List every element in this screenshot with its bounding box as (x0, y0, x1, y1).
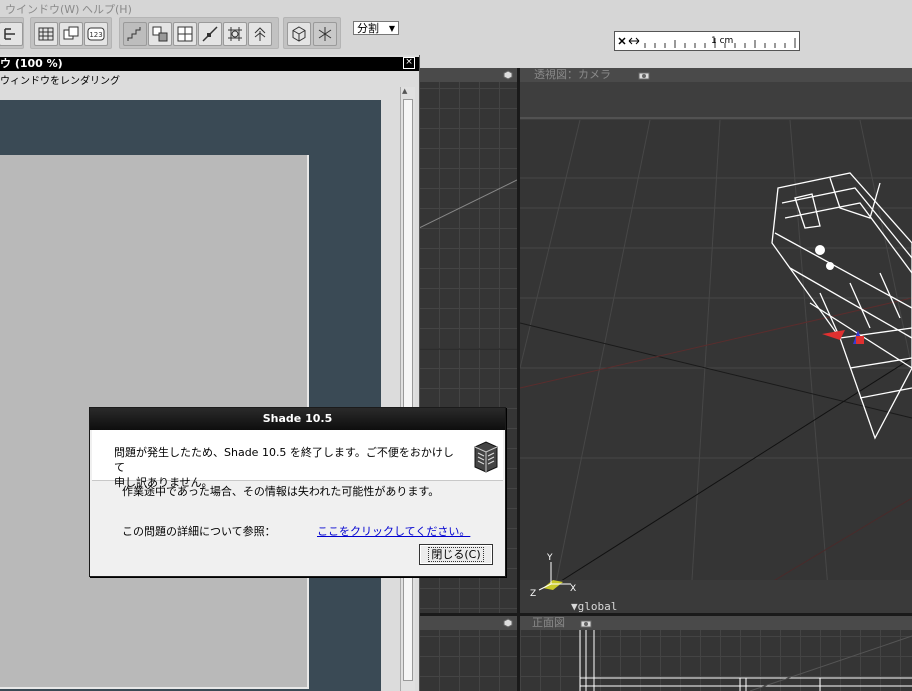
split-select[interactable]: 分割 ▼ (353, 21, 399, 35)
svg-text:123: 123 (89, 31, 102, 39)
shape-tool-button[interactable] (223, 22, 247, 46)
dialog-detail-label: この問題の詳細について参照： (122, 525, 276, 538)
shade-app-icon (474, 441, 498, 473)
snowflake-icon (318, 27, 332, 41)
viewport-top[interactable] (419, 68, 517, 686)
resize-arrows-icon (628, 37, 640, 45)
numeric-icon: 123 (87, 27, 105, 41)
grid-button[interactable] (173, 22, 197, 46)
render-window-title: ウ (100 %) (0, 57, 63, 70)
dialog-message-area: 問題が発生したため、Shade 10.5 を終了します。ご不便をおかけして 申し… (92, 430, 503, 489)
line-icon (202, 26, 218, 42)
front-wireframe (579, 630, 912, 691)
table-icon (38, 27, 54, 41)
light-button[interactable] (313, 22, 337, 46)
viewport-side[interactable] (419, 616, 517, 691)
numeric-input-button[interactable]: 123 (84, 22, 108, 46)
dialog-info-text: 作業途中であった場合、その情報は失われた可能性があります。 (122, 485, 440, 498)
windows-icon (63, 26, 79, 40)
coordinate-system-select[interactable]: ▼global (571, 600, 617, 613)
stair-tool-button[interactable] (123, 22, 147, 46)
dialog-close-label: 閉じる(C) (428, 547, 484, 562)
move-copy-button[interactable] (148, 22, 172, 46)
render-close-button[interactable]: × (403, 57, 415, 69)
move-icon (152, 26, 168, 42)
render-button[interactable] (287, 22, 311, 46)
toolbar-group-2: 123 (30, 17, 112, 49)
render-window-menu[interactable]: ウィンドウをレンダリング (0, 72, 120, 87)
viewport-side-header (419, 616, 517, 630)
cube-icon[interactable] (503, 618, 513, 628)
render-canvas[interactable] (0, 100, 381, 691)
dialog-titlebar[interactable]: Shade 10.5 (90, 408, 505, 430)
stairs-icon (127, 27, 141, 41)
scroll-thumb[interactable] (403, 99, 413, 681)
dialog-title: Shade 10.5 (262, 412, 333, 425)
line-tool-button[interactable] (198, 22, 222, 46)
scale-ruler[interactable]: 1 cm (614, 31, 800, 51)
error-dialog: Shade 10.5 問題が発生したため、Shade 10.5 を終了します。ご… (89, 407, 506, 577)
menu-window[interactable]: ウインドウ(W) (5, 1, 79, 17)
close-icon (618, 37, 626, 45)
scroll-up-icon[interactable]: ▲ (402, 87, 407, 95)
viewport-top-lines (419, 179, 517, 350)
ruler-label: 1 cm (711, 36, 734, 46)
dialog-message-line1: 問題が発生したため、Shade 10.5 を終了します。ご不便をおかけして (114, 446, 454, 474)
dialog-detail-link[interactable]: ここをクリックしてください。 (317, 523, 470, 539)
toolbar-group-4 (283, 17, 341, 49)
ruler-ticks (618, 37, 796, 48)
shape-icon (228, 27, 242, 41)
toolbar-group-3 (119, 17, 279, 49)
axis-y-label: Y (547, 553, 553, 563)
tree-icon (254, 27, 266, 41)
menu-help[interactable]: ヘルプ(H) (82, 1, 132, 17)
render-scrollbar[interactable]: ▲ (400, 87, 415, 691)
wireframe-model (771, 172, 912, 440)
render-window-titlebar[interactable]: ウ (100 %) (0, 57, 419, 71)
chevron-down-icon: ▼ (388, 24, 395, 33)
coordinate-bar: Y X Z ▼global (520, 553, 912, 613)
multi-window-button[interactable] (59, 22, 83, 46)
perspective-scene (520, 82, 912, 613)
grid-icon (177, 26, 193, 42)
axis-z-label: Z (530, 589, 537, 599)
dialog-close-button[interactable]: 閉じる(C) (419, 544, 493, 565)
tree-tool-button[interactable] (248, 22, 272, 46)
viewport-perspective[interactable]: 透視図：カメラ (520, 68, 912, 613)
hierarchy-icon (4, 28, 15, 40)
viewport-front[interactable]: 正面図 (520, 616, 912, 691)
toolbar-group-1 (0, 17, 24, 49)
close-icon: × (405, 57, 413, 67)
render-window: ウ (100 %) × ウィンドウをレンダリング ▲ (0, 55, 420, 691)
menu-bar: ウインドウ(W) ヘルプ(H) (0, 0, 912, 16)
table-view-button[interactable] (34, 22, 58, 46)
axis-x-label: X (570, 584, 577, 594)
cube-icon (292, 26, 306, 42)
hierarchy-tool-button[interactable] (0, 22, 23, 46)
split-select-value: 分割 (357, 22, 379, 35)
